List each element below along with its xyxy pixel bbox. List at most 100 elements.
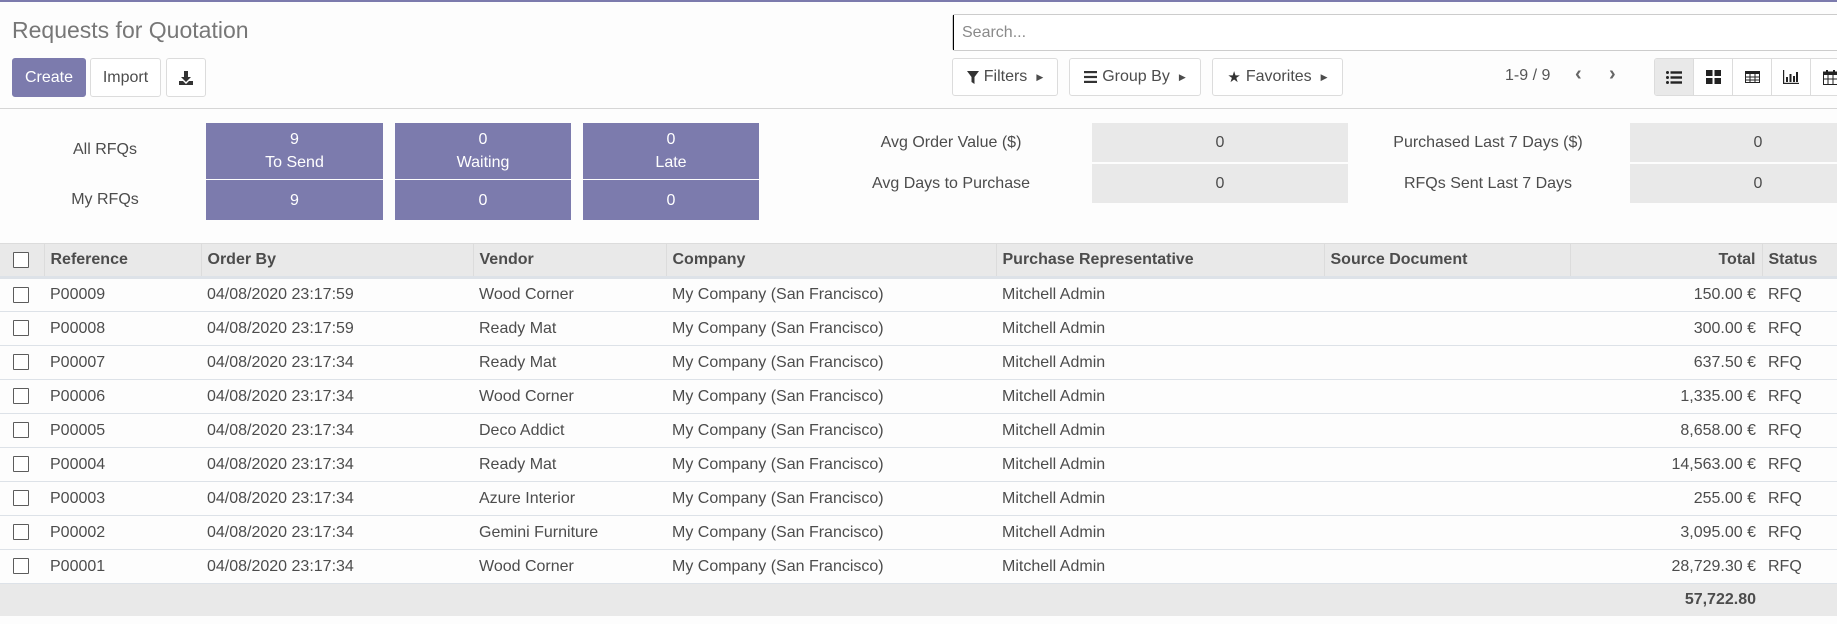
my-late-tile[interactable]: 0 [583,180,759,220]
column-header-order-by[interactable]: Order By [200,243,473,279]
column-header-source-document[interactable]: Source Document [1323,243,1570,279]
company-cell: My Company (San Francisco) [666,379,996,414]
table-row[interactable]: P00005 04/08/2020 23:17:34 Deco Addict M… [0,413,1837,448]
pager-previous-button[interactable]: ‹ [1575,63,1582,86]
column-header-vendor[interactable]: Vendor [472,243,666,279]
footer-empty-cell [1324,583,1570,616]
star-icon: ★ [1227,69,1241,86]
company-cell: My Company (San Francisco) [666,515,996,550]
search-box[interactable] [952,14,1837,51]
calendar-view-button[interactable] [1811,59,1837,95]
column-header-total[interactable]: Total [1569,243,1762,279]
company-cell: My Company (San Francisco) [666,549,996,584]
order-by-cell: 04/08/2020 23:17:34 [201,447,473,482]
my-to-send-count: 9 [290,191,299,209]
row-select-cell [0,549,44,584]
create-button[interactable]: Create [12,58,86,97]
row-checkbox[interactable] [13,388,29,405]
waiting-tile[interactable]: 0 Waiting [395,123,571,179]
table-row[interactable]: P00008 04/08/2020 23:17:59 Ready Mat My … [0,311,1837,346]
footer-empty-cell [996,583,1324,616]
caret-right-icon: ▶ [1036,71,1044,82]
row-select-cell [0,379,44,414]
table-row[interactable]: P00006 04/08/2020 23:17:34 Wood Corner M… [0,379,1837,414]
rfq-table: Reference Order By Vendor Company Purcha… [0,243,1837,616]
status-cell: RFQ [1762,515,1837,550]
my-to-send-tile[interactable]: 9 [206,180,383,220]
source-document-cell [1324,481,1570,516]
total-cell: 300.00 € [1570,311,1762,346]
order-by-cell: 04/08/2020 23:17:34 [201,515,473,550]
rfqs-sent-last-7-days: 0 [1630,164,1837,203]
row-checkbox[interactable] [13,558,29,575]
total-cell: 3,095.00 € [1570,515,1762,550]
table-icon [1744,71,1760,83]
row-checkbox[interactable] [13,456,29,473]
reference-cell: P00007 [44,345,201,380]
list-icon [1666,70,1682,84]
purchase-representative-cell: Mitchell Admin [996,413,1324,448]
reference-cell: P00004 [44,447,201,482]
table-row[interactable]: P00001 04/08/2020 23:17:34 Wood Corner M… [0,549,1837,584]
pivot-view-button[interactable] [1733,59,1772,95]
my-waiting-count: 0 [478,191,488,209]
waiting-label: Waiting [456,154,510,171]
purchase-representative-cell: Mitchell Admin [996,379,1324,414]
total-cell: 255.00 € [1570,481,1762,516]
late-tile[interactable]: 0 Late [583,123,759,179]
total-cell: 1,335.00 € [1570,379,1762,414]
row-checkbox[interactable] [13,354,29,371]
filters-button[interactable]: Filters ▶ [952,58,1058,96]
group-by-button[interactable]: Group By ▶ [1069,58,1201,96]
table-row[interactable]: P00007 04/08/2020 23:17:34 Ready Mat My … [0,345,1837,380]
column-header-purchase-representative[interactable]: Purchase Representative [995,243,1324,279]
order-by-cell: 04/08/2020 23:17:34 [201,549,473,584]
row-checkbox[interactable] [13,286,29,303]
footer-empty-cell [1762,583,1837,616]
total-cell: 637.50 € [1570,345,1762,380]
vendor-cell: Azure Interior [473,481,666,516]
pager-next-button[interactable]: › [1609,63,1616,86]
row-checkbox[interactable] [13,490,29,507]
status-cell: RFQ [1762,311,1837,346]
footer-empty-cell [201,583,473,616]
order-by-cell: 04/08/2020 23:17:34 [201,345,473,380]
column-header-reference[interactable]: Reference [43,243,201,279]
favorites-button[interactable]: ★ Favorites ▶ [1212,58,1343,96]
graph-view-button[interactable] [1772,59,1811,95]
table-row[interactable]: P00003 04/08/2020 23:17:34 Azure Interio… [0,481,1837,516]
footer-empty-cell [473,583,666,616]
row-select-cell [0,311,44,346]
status-cell: RFQ [1762,345,1837,380]
table-row[interactable]: P00004 04/08/2020 23:17:34 Ready Mat My … [0,447,1837,482]
view-switcher [1654,58,1837,96]
row-checkbox[interactable] [13,320,29,337]
group-by-label: Group By [1102,68,1170,85]
company-cell: My Company (San Francisco) [666,481,996,516]
select-all-checkbox[interactable] [13,251,29,268]
total-cell: 28,729.30 € [1570,549,1762,584]
kanban-icon [1705,70,1721,84]
total-cell: 8,658.00 € [1570,413,1762,448]
reference-cell: P00002 [44,515,201,550]
to-send-tile[interactable]: 9 To Send [206,123,383,179]
row-checkbox[interactable] [13,422,29,439]
avg-days-to-purchase-label: Avg Days to Purchase [871,175,1030,192]
search-input[interactable] [953,15,1837,50]
column-header-status[interactable]: Status [1761,243,1837,279]
status-cell: RFQ [1762,481,1837,516]
download-button[interactable] [166,58,206,97]
reference-cell: P00003 [44,481,201,516]
to-send-count: 9 [290,131,299,148]
import-button[interactable]: Import [90,58,161,97]
my-waiting-tile[interactable]: 0 [395,180,571,220]
table-row[interactable]: P00009 04/08/2020 23:17:59 Wood Corner M… [0,277,1837,312]
list-view-button[interactable] [1655,59,1694,95]
purchase-representative-cell: Mitchell Admin [996,549,1324,584]
table-row[interactable]: P00002 04/08/2020 23:17:34 Gemini Furnit… [0,515,1837,550]
row-checkbox[interactable] [13,524,29,541]
download-icon [179,70,193,85]
column-header-company[interactable]: Company [665,243,996,279]
pager-value[interactable]: 1-9 / 9 [1505,67,1550,85]
kanban-view-button[interactable] [1694,59,1733,95]
